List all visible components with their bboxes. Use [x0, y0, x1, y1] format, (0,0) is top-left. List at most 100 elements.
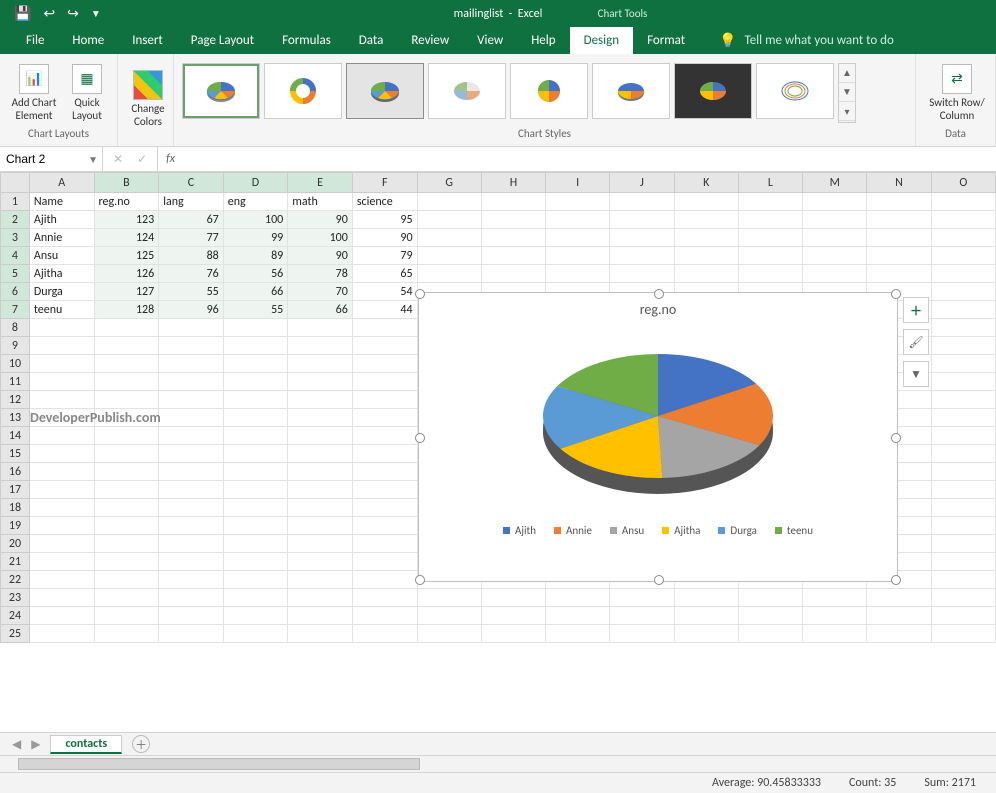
- cell[interactable]: [931, 409, 995, 427]
- cell[interactable]: [931, 427, 995, 445]
- legend-item[interactable]: Ajith: [503, 524, 536, 537]
- cell[interactable]: [288, 373, 353, 391]
- new-sheet-button[interactable]: ＋: [132, 735, 150, 753]
- cell[interactable]: [674, 265, 738, 283]
- column-header[interactable]: B: [94, 173, 159, 193]
- formula-bar[interactable]: [183, 147, 996, 171]
- cell[interactable]: 78: [288, 265, 353, 283]
- tab-design[interactable]: Design: [570, 27, 633, 54]
- cell[interactable]: [223, 319, 288, 337]
- cell[interactable]: teenu: [29, 301, 94, 319]
- cell[interactable]: [352, 571, 417, 589]
- chart-style-1[interactable]: [182, 63, 260, 119]
- cell[interactable]: 124: [94, 229, 159, 247]
- cell[interactable]: 70: [288, 283, 353, 301]
- undo-icon[interactable]: ↩: [43, 5, 55, 22]
- cell[interactable]: [546, 247, 610, 265]
- chart-styles-more[interactable]: ▲▼▾: [838, 63, 856, 123]
- cell[interactable]: [674, 589, 738, 607]
- cell[interactable]: [29, 463, 94, 481]
- cell[interactable]: [610, 229, 674, 247]
- cell[interactable]: [738, 589, 802, 607]
- cell[interactable]: [610, 625, 674, 643]
- cell[interactable]: [94, 481, 159, 499]
- row-header[interactable]: 23: [1, 589, 30, 607]
- cell[interactable]: [288, 607, 353, 625]
- cell[interactable]: [288, 481, 353, 499]
- cell[interactable]: [738, 211, 802, 229]
- cell[interactable]: [417, 589, 481, 607]
- select-all-corner[interactable]: [1, 173, 30, 193]
- cell[interactable]: [481, 607, 545, 625]
- cell[interactable]: 76: [159, 265, 224, 283]
- row-header[interactable]: 20: [1, 535, 30, 553]
- chart-resize-handle[interactable]: [891, 433, 901, 443]
- row-header[interactable]: 16: [1, 463, 30, 481]
- save-icon[interactable]: 💾: [14, 5, 31, 22]
- cell[interactable]: [610, 193, 674, 211]
- cell[interactable]: [94, 445, 159, 463]
- cell[interactable]: [29, 355, 94, 373]
- cell[interactable]: 44: [352, 301, 417, 319]
- cell[interactable]: [481, 247, 545, 265]
- row-header[interactable]: 13: [1, 409, 30, 427]
- embedded-chart[interactable]: ＋ 🖌 ▼ reg.no AjithAnnieAnsuAjithaDurgate…: [418, 292, 898, 582]
- cell[interactable]: [29, 499, 94, 517]
- cell[interactable]: [159, 373, 224, 391]
- row-header[interactable]: 7: [1, 301, 30, 319]
- cell[interactable]: [674, 193, 738, 211]
- cell[interactable]: [223, 427, 288, 445]
- cell[interactable]: [867, 607, 931, 625]
- add-chart-element-button[interactable]: 📊 Add Chart Element: [8, 64, 60, 122]
- cell[interactable]: [352, 445, 417, 463]
- tab-review[interactable]: Review: [397, 27, 463, 54]
- cell[interactable]: 89: [223, 247, 288, 265]
- cell[interactable]: [352, 355, 417, 373]
- chart-title[interactable]: reg.no: [419, 301, 897, 318]
- cell[interactable]: [223, 499, 288, 517]
- cell[interactable]: [223, 517, 288, 535]
- cell[interactable]: [417, 247, 481, 265]
- name-box-input[interactable]: [4, 151, 98, 167]
- chart-style-5[interactable]: [510, 63, 588, 119]
- column-header[interactable]: G: [417, 173, 481, 193]
- chart-resize-handle[interactable]: [415, 433, 425, 443]
- cell[interactable]: [931, 391, 995, 409]
- cell[interactable]: [29, 571, 94, 589]
- row-header[interactable]: 14: [1, 427, 30, 445]
- cell[interactable]: [931, 607, 995, 625]
- legend-item[interactable]: Durga: [718, 524, 756, 537]
- cell[interactable]: eng: [223, 193, 288, 211]
- cell[interactable]: [159, 517, 224, 535]
- chart-resize-handle[interactable]: [415, 289, 425, 299]
- cell[interactable]: [610, 607, 674, 625]
- cell[interactable]: [94, 319, 159, 337]
- cell[interactable]: [352, 463, 417, 481]
- cell[interactable]: [94, 517, 159, 535]
- cell[interactable]: [29, 553, 94, 571]
- cell[interactable]: [546, 589, 610, 607]
- cell[interactable]: [29, 319, 94, 337]
- cell[interactable]: [931, 553, 995, 571]
- chart-style-3[interactable]: [346, 63, 424, 119]
- column-header[interactable]: D: [223, 173, 288, 193]
- cell[interactable]: 126: [94, 265, 159, 283]
- column-header[interactable]: A: [29, 173, 94, 193]
- row-header[interactable]: 21: [1, 553, 30, 571]
- legend-item[interactable]: Ajitha: [662, 524, 700, 537]
- cell[interactable]: science: [352, 193, 417, 211]
- cell[interactable]: [610, 265, 674, 283]
- chart-resize-handle[interactable]: [654, 575, 664, 585]
- column-header[interactable]: E: [288, 173, 353, 193]
- cell[interactable]: 88: [159, 247, 224, 265]
- cell[interactable]: 99: [223, 229, 288, 247]
- cell[interactable]: 100: [288, 229, 353, 247]
- chart-style-2[interactable]: [264, 63, 342, 119]
- cell[interactable]: [931, 283, 995, 301]
- cell[interactable]: Ansu: [29, 247, 94, 265]
- cell[interactable]: Name: [29, 193, 94, 211]
- horizontal-scrollbar[interactable]: [0, 755, 996, 772]
- cell[interactable]: [867, 265, 931, 283]
- cell[interactable]: [94, 427, 159, 445]
- cell[interactable]: [352, 499, 417, 517]
